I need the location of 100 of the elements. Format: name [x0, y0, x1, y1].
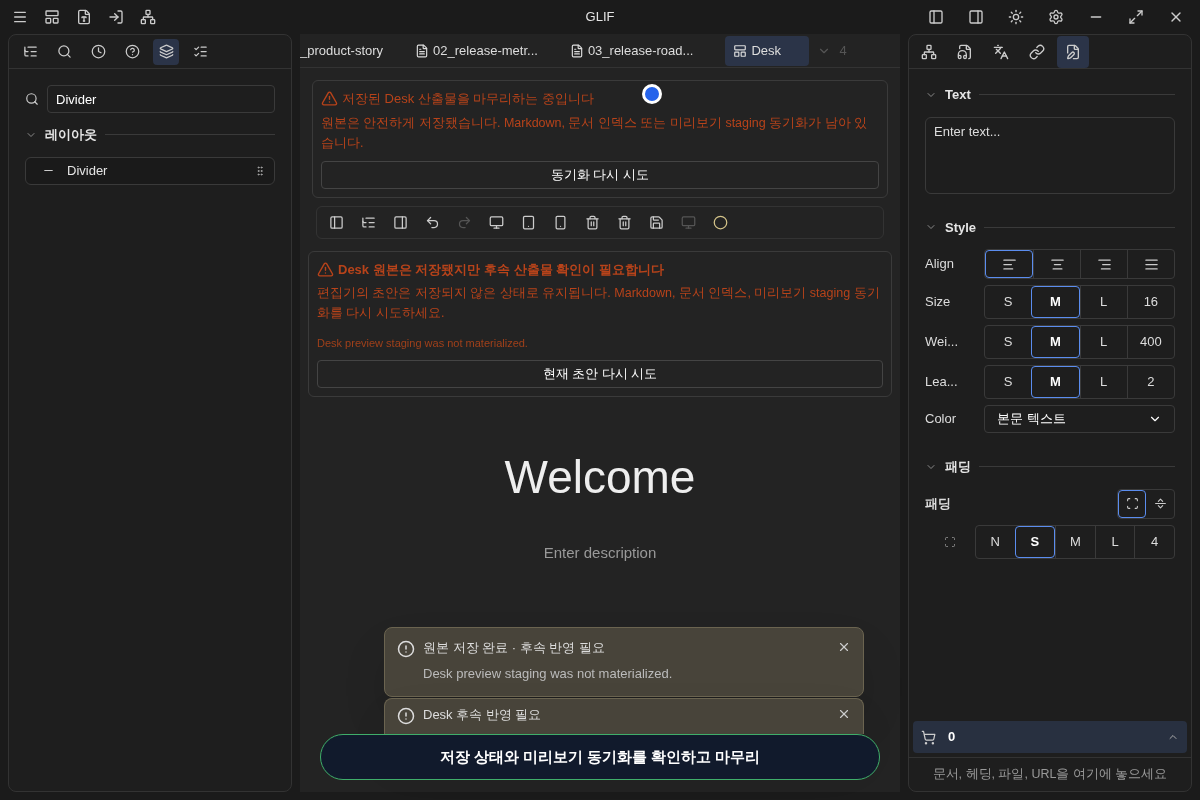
cart-bar[interactable]: 0: [913, 721, 1187, 753]
mode-button[interactable]: [1118, 489, 1146, 518]
alert-message: 편집기의 초안은 저장되지 않은 상태로 유지됩니다. Markdown, 문서 인덱스, 미리보기 staging 동기화를 다시 시도하세요.: [317, 285, 881, 322]
all-sides-icon: [1125, 497, 1139, 510]
option-button[interactable]: 2: [1126, 366, 1174, 398]
field-label: Align: [925, 255, 955, 274]
redo-icon: [456, 214, 472, 230]
align-left-icon: [1001, 256, 1017, 272]
finish-button[interactable]: 저장 상태와 미리보기 동기화를 확인하고 마무리: [320, 734, 880, 780]
option-button[interactable]: M: [1031, 286, 1080, 318]
document-tab[interactable]: 02_release-metr...: [415, 35, 562, 66]
align-center-icon: [1049, 256, 1065, 272]
field-label: Lea...: [925, 373, 959, 392]
option-button[interactable]: S: [985, 286, 1032, 318]
retry-sync-button[interactable]: 동기화 다시 시도: [321, 160, 879, 189]
option-button[interactable]: 16: [1126, 286, 1174, 318]
field-label: Color: [925, 410, 958, 428]
drop-zone[interactable]: 문서, 헤딩, 파일, URL을 여기에 놓으세요: [909, 757, 1191, 791]
option-button[interactable]: S: [985, 326, 1032, 358]
warning-icon: [317, 260, 334, 278]
group-title: 레이아웃: [45, 126, 97, 144]
field-label: 패딩: [925, 494, 951, 513]
toast-message: Desk preview staging was not materialized.: [423, 665, 674, 683]
option-button[interactable]: N: [976, 525, 1015, 558]
save-icon: [648, 214, 664, 230]
align-right-icon: [1096, 256, 1112, 272]
vertical-sides-icon: [1153, 497, 1167, 510]
color-select[interactable]: 본문 텍스트: [984, 405, 1175, 433]
trash-icon: [584, 214, 600, 230]
sun-icon[interactable]: [1008, 9, 1024, 25]
section-title: Style: [945, 218, 977, 237]
search-field[interactable]: Divider: [47, 85, 275, 113]
alert-detail: Desk preview staging was not materialized.: [317, 336, 529, 351]
component-item[interactable]: Divider: [25, 156, 275, 185]
cart-count: 0: [948, 728, 956, 747]
description-placeholder[interactable]: Enter description: [543, 541, 657, 564]
tree-icon: [360, 214, 376, 230]
trash-icon: [616, 214, 632, 230]
document-tab[interactable]: _product-story: [300, 35, 408, 66]
hierarchy-icon: [921, 43, 937, 60]
section-title: Text: [945, 86, 971, 104]
retry-draft-button[interactable]: 현재 초안 다시 시도: [317, 359, 883, 388]
option-button[interactable]: M: [1031, 366, 1080, 398]
alert-icon: [397, 640, 415, 658]
option-button[interactable]: M: [1031, 326, 1080, 358]
layout-icon: [733, 43, 748, 58]
option-button[interactable]: M: [1055, 525, 1095, 558]
panel-tab[interactable]: [153, 38, 179, 65]
window-title: GLIF: [585, 8, 615, 27]
settings-icon[interactable]: [1048, 9, 1064, 25]
option-button[interactable]: L: [1094, 525, 1135, 558]
canvas-heading[interactable]: Welcome: [504, 442, 696, 512]
document-tab[interactable]: Desk: [725, 35, 810, 66]
align-button[interactable]: [985, 250, 1033, 278]
tablet-icon: [520, 214, 536, 230]
monitor-icon: [680, 214, 696, 230]
alert-message: 원본은 안전하게 저장됐습니다. Markdown, 문서 인덱스 또는 미리보기 staging 동기화가 남아 있습니다.: [321, 114, 869, 152]
close-icon[interactable]: [837, 640, 851, 654]
cart-icon: [921, 729, 936, 745]
field-label: Size: [925, 293, 952, 312]
undo-icon: [424, 214, 440, 230]
import-icon[interactable]: [108, 9, 124, 25]
layers-icon: [158, 44, 174, 59]
hierarchy-icon[interactable]: [140, 9, 156, 25]
file-icon: [957, 43, 973, 60]
alert-title: 저장된 Desk 산출물을 마무리하는 중입니다: [342, 90, 595, 108]
maximize-icon[interactable]: [1128, 9, 1144, 25]
option-button[interactable]: S: [1014, 525, 1056, 558]
search-icon: [25, 92, 39, 106]
phone-icon: [552, 214, 568, 230]
panel-right-icon[interactable]: [968, 9, 984, 25]
circle-icon: [712, 214, 728, 230]
drag-handle-icon[interactable]: [254, 164, 266, 177]
text-field[interactable]: Enter text...: [925, 116, 1175, 194]
option-button[interactable]: 4: [1134, 525, 1174, 558]
file-icon[interactable]: [76, 9, 92, 25]
list-icon: [192, 44, 208, 59]
monitor-icon: [488, 214, 504, 230]
layout-icon[interactable]: [44, 9, 60, 25]
panel-left-icon[interactable]: [928, 9, 944, 25]
option-button[interactable]: S: [985, 366, 1032, 398]
warning-icon: [321, 90, 338, 108]
option-button[interactable]: L: [1079, 286, 1127, 318]
alert-icon: [397, 707, 415, 725]
toast-title: Desk 후속 반영 필요: [423, 707, 543, 723]
alert-title: Desk 원본은 저장됐지만 후속 산출물 확인이 필요합니다: [338, 260, 664, 279]
close-icon[interactable]: [837, 707, 851, 721]
document-icon: [415, 43, 430, 58]
item-label: Divider: [67, 161, 108, 180]
panel-tab[interactable]: [1057, 35, 1089, 68]
option-button[interactable]: L: [1079, 366, 1127, 398]
align-justify-icon: [1143, 256, 1159, 272]
section-title: 패딩: [945, 458, 971, 476]
option-button[interactable]: 400: [1126, 326, 1174, 358]
clock-icon: [90, 44, 106, 59]
help-icon: [124, 44, 140, 59]
menu-icon[interactable]: [12, 9, 28, 25]
search-icon: [56, 44, 72, 59]
document-tab[interactable]: 03_release-road...: [569, 35, 718, 66]
option-button[interactable]: L: [1079, 326, 1127, 358]
